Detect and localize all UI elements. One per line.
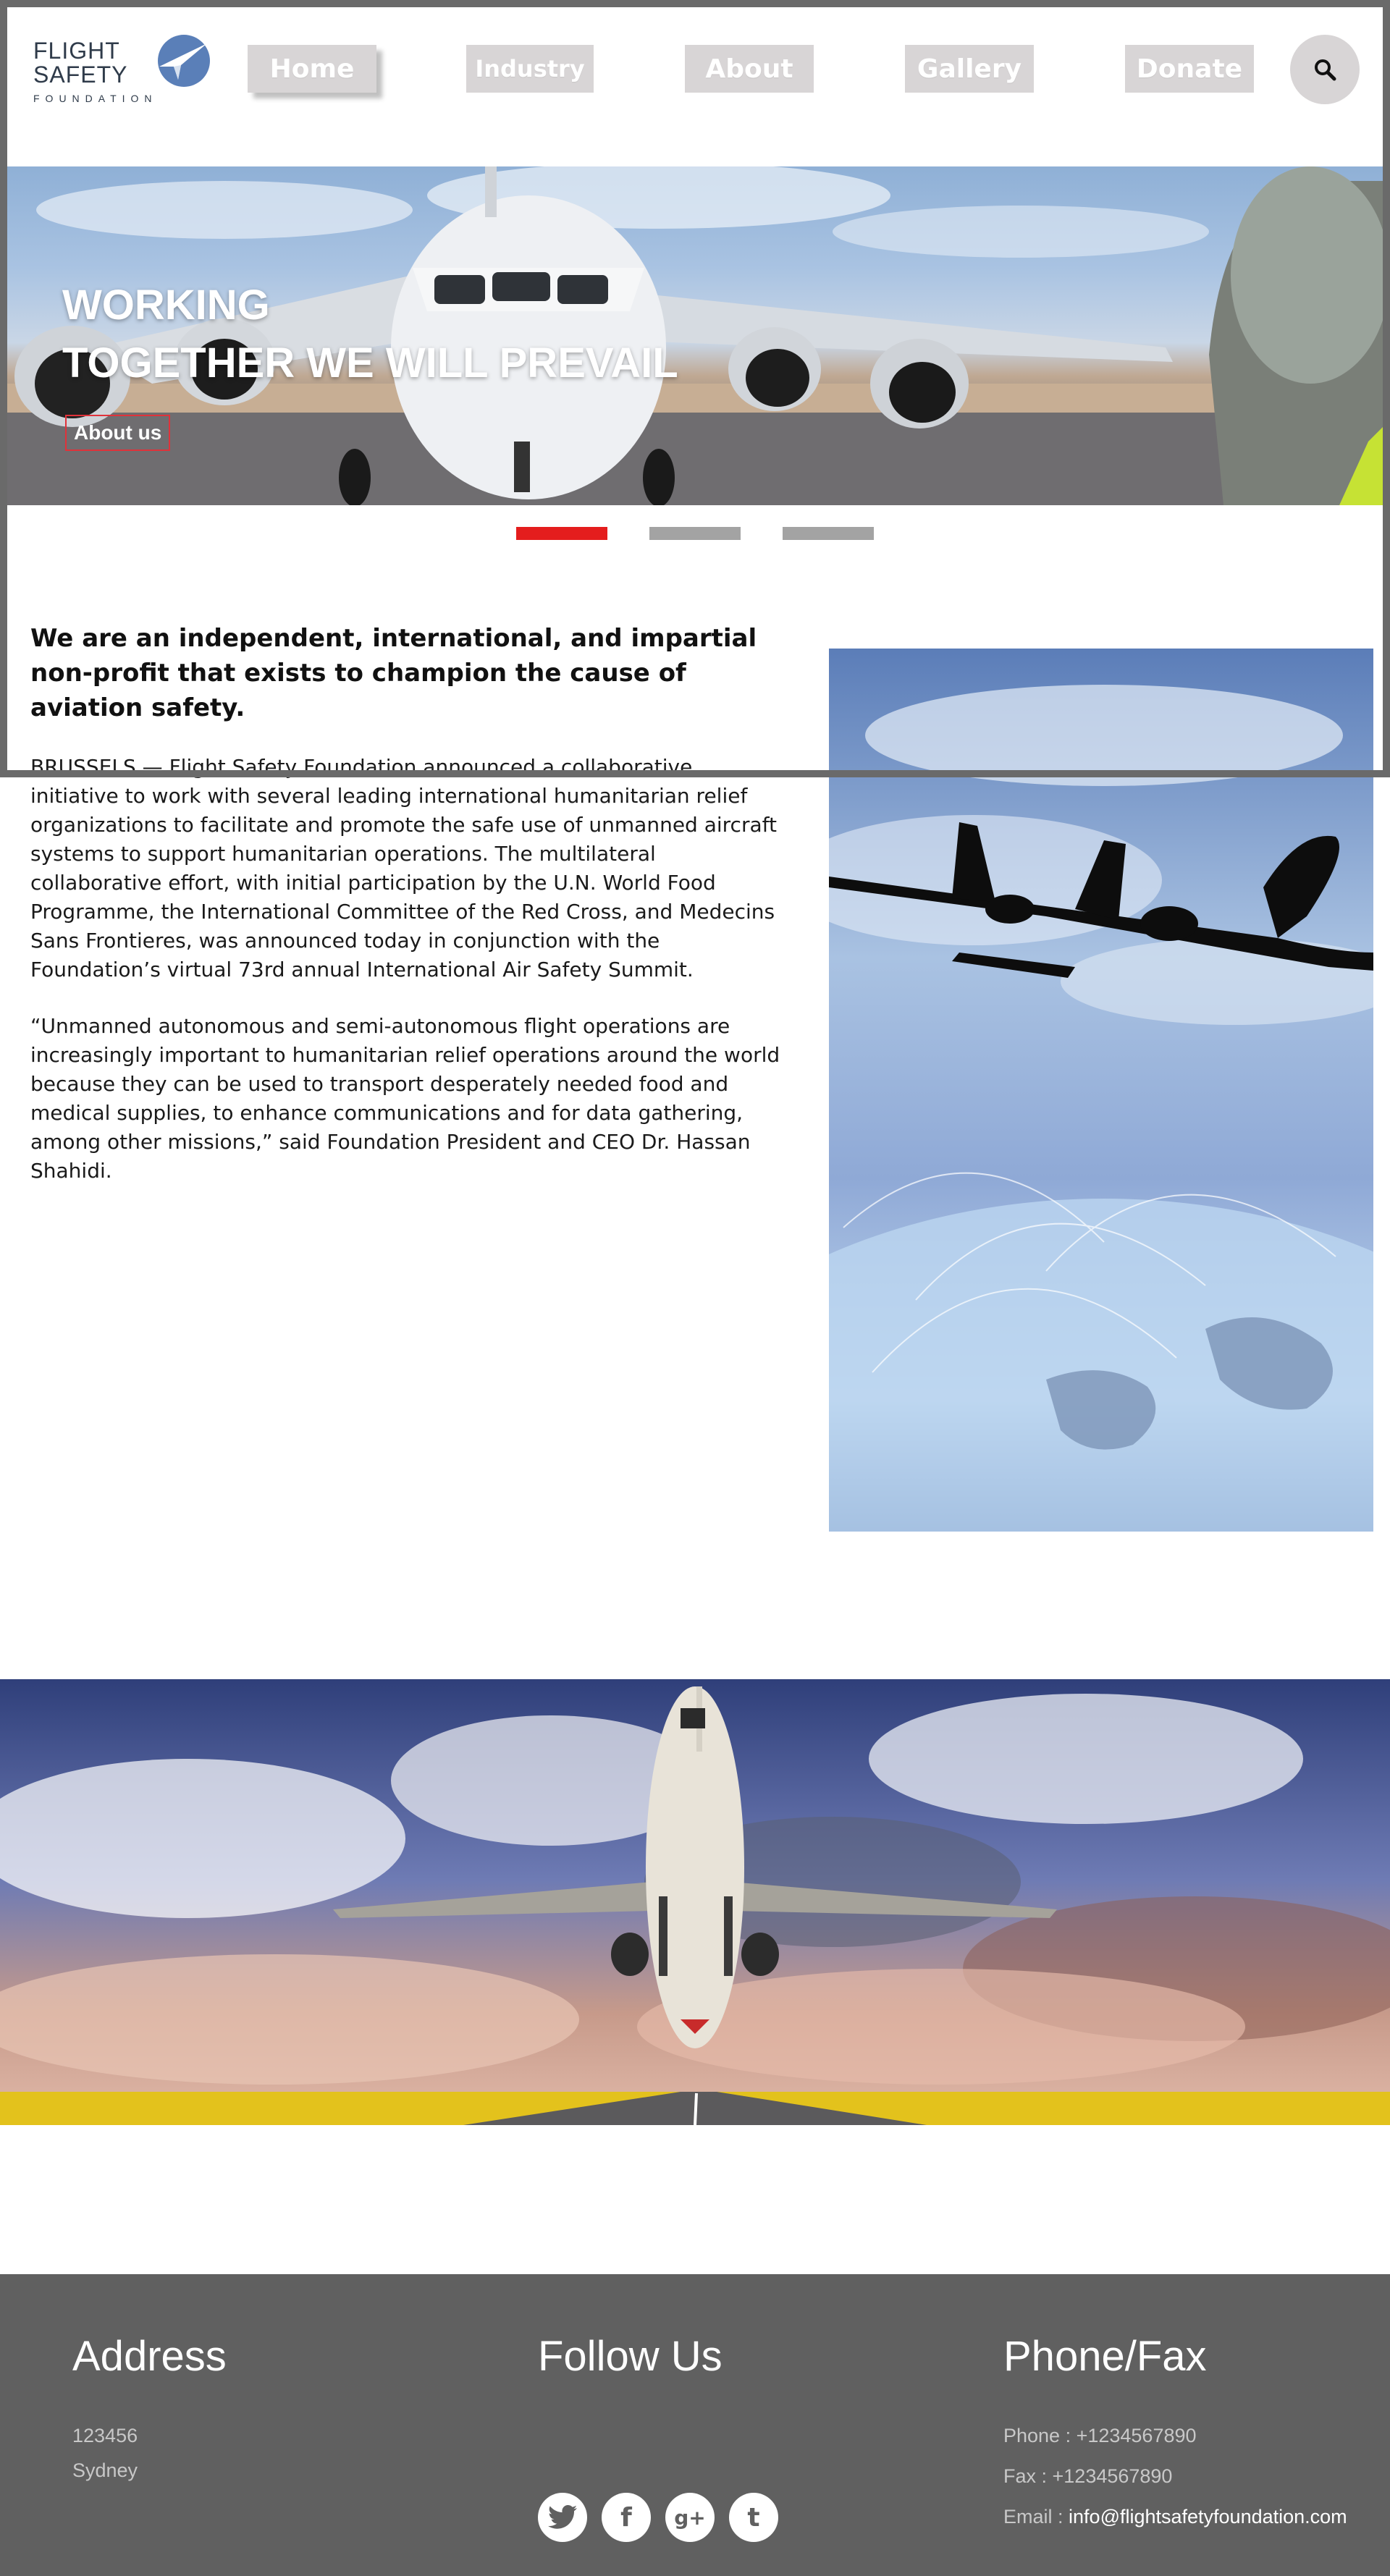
hero-title-line-1: WORKING	[62, 282, 270, 329]
footer-address-line-2: Sydney	[72, 2459, 138, 2481]
slide-indicator-2[interactable]	[649, 527, 741, 540]
about-us-button[interactable]: About us	[65, 415, 171, 451]
footer-address: Address 123456 Sydney	[72, 2332, 227, 2488]
site-footer: Address 123456 Sydney Follow Us f g+ t P…	[0, 2274, 1390, 2576]
site-logo[interactable]: FLIGHT SAFETY FOUNDATION	[33, 26, 214, 113]
twitter-icon[interactable]	[538, 2493, 587, 2542]
fax-value: +1234567890	[1052, 2465, 1173, 2487]
hero-title-line-2: TOGETHER WE WILL PREVAIL	[62, 339, 678, 387]
footer-phone-heading: Phone/Fax	[1003, 2333, 1207, 2380]
logo-line-1: FLIGHT	[33, 38, 120, 64]
logo-wordmark: FLIGHT SAFETY	[33, 39, 127, 87]
intro-statement: We are an independent, international, an…	[30, 624, 757, 722]
tumblr-icon[interactable]: t	[729, 2493, 778, 2542]
nav-industry-button[interactable]: Industry	[466, 45, 594, 93]
news-paragraph-1: BRUSSELS — Flight Safety Foundation anno…	[30, 755, 777, 981]
nav-home-button[interactable]: Home	[248, 45, 376, 93]
social-links: f g+ t	[538, 2493, 778, 2542]
search-icon	[1315, 59, 1336, 81]
logo-subtitle: FOUNDATION	[33, 93, 158, 104]
footer-email: Email : info@flightsafetyfoundation.com	[1003, 2499, 1347, 2534]
footer-phone: Phone : +1234567890	[1003, 2418, 1347, 2453]
footer-follow: Follow Us f g+ t	[538, 2332, 778, 2542]
fax-label: Fax :	[1003, 2465, 1053, 2487]
plane-landing-banner	[0, 1679, 1390, 2125]
airplane-globe-image	[829, 649, 1373, 1532]
footer-address-heading: Address	[72, 2333, 227, 2380]
slider-indicators	[0, 527, 1390, 541]
site-header: FLIGHT SAFETY FOUNDATION Home Industry A…	[7, 7, 1383, 166]
nav-donate-button[interactable]: Donate	[1125, 45, 1254, 93]
footer-fax: Fax : +1234567890	[1003, 2459, 1347, 2493]
footer-follow-heading: Follow Us	[538, 2333, 723, 2380]
email-label: Email :	[1003, 2506, 1069, 2528]
email-link[interactable]: info@flightsafetyfoundation.com	[1069, 2506, 1347, 2528]
plane-logo-icon	[158, 35, 210, 87]
footer-address-line-1: 123456	[72, 2425, 138, 2446]
facebook-icon[interactable]: f	[602, 2493, 651, 2542]
slide-indicator-1[interactable]	[516, 527, 607, 540]
hero-title: WORKING TOGETHER WE WILL PREVAIL	[62, 276, 678, 392]
search-button[interactable]	[1290, 35, 1360, 104]
nav-about-button[interactable]: About	[685, 45, 814, 93]
slide-indicator-3[interactable]	[783, 527, 874, 540]
phone-label: Phone :	[1003, 2425, 1077, 2446]
news-paragraph-2: “Unmanned autonomous and semi-autonomous…	[30, 1014, 780, 1183]
logo-line-2: SAFETY	[33, 62, 128, 88]
hero-slider[interactable]: WORKING TOGETHER WE WILL PREVAIL About u…	[7, 166, 1383, 505]
phone-value[interactable]: +1234567890	[1077, 2425, 1197, 2446]
nav-gallery-button[interactable]: Gallery	[905, 45, 1034, 93]
google-plus-icon[interactable]: g+	[665, 2493, 715, 2542]
footer-contact: Phone/Fax Phone : +1234567890 Fax : +123…	[1003, 2332, 1347, 2534]
